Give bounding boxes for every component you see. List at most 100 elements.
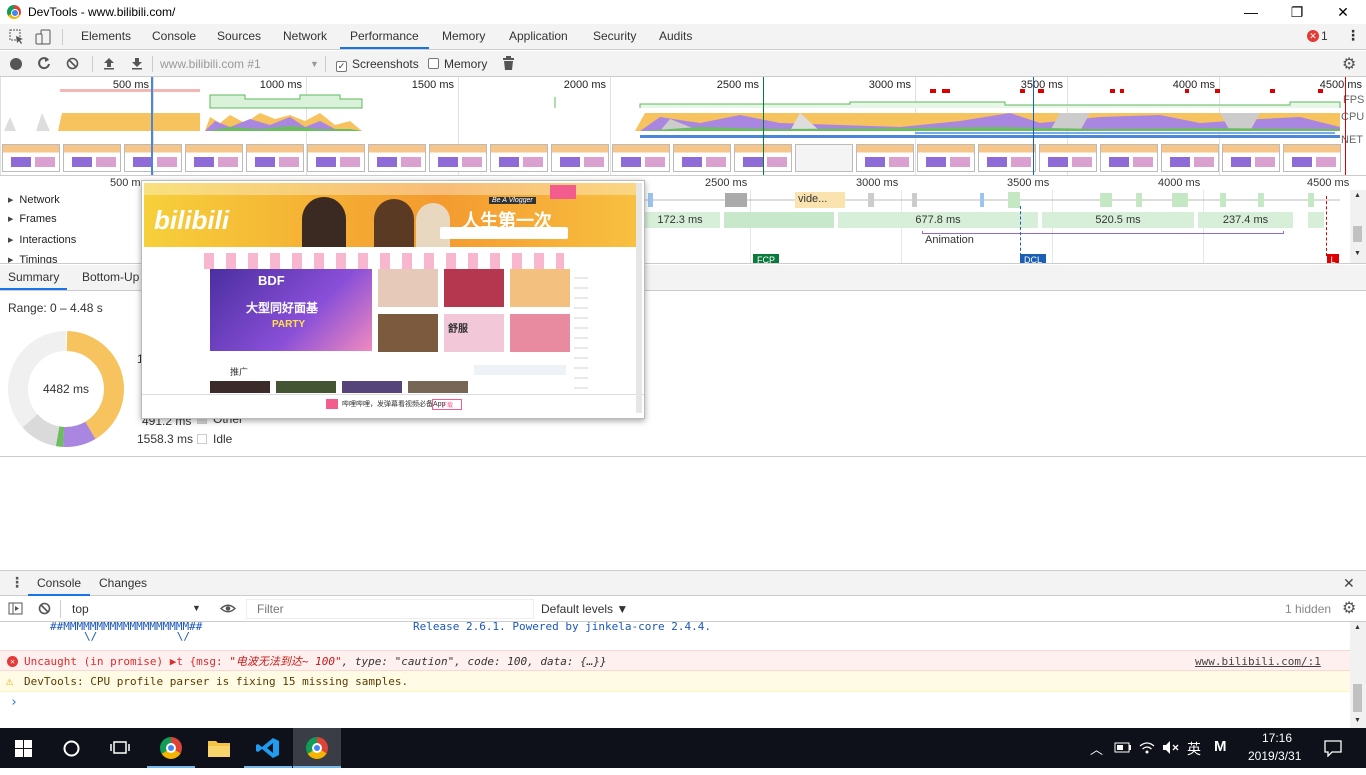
task-view-icon[interactable] — [110, 739, 130, 757]
screenshot-thumb[interactable] — [1222, 144, 1280, 172]
scroll-up-icon[interactable]: ▲ — [1354, 624, 1361, 631]
sidebar-toggle-icon[interactable] — [8, 602, 23, 615]
tracks-scrollbar[interactable]: ▲ ▼ — [1350, 190, 1366, 263]
frame-bar[interactable] — [1308, 212, 1324, 228]
tray-expand-chevron-icon[interactable]: ︿ — [1090, 739, 1103, 758]
log-levels-select[interactable]: Default levels ▼ — [541, 602, 628, 616]
frame-bar[interactable]: 172.3 ms — [640, 212, 720, 228]
screenshot-thumb[interactable] — [368, 144, 426, 172]
live-expression-eye-icon[interactable] — [220, 603, 236, 614]
frame-bar[interactable]: 677.8 ms — [838, 212, 1038, 228]
screenshot-thumb[interactable] — [63, 144, 121, 172]
recording-select-arrow-icon[interactable]: ▼ — [310, 51, 319, 77]
tab-security[interactable]: Security — [591, 24, 638, 49]
drawer-menu-icon[interactable]: ⋮ — [10, 574, 24, 591]
console-messages[interactable]: ##MMMMMMMMMMMMMMMMMMM## Release 2.6.1. P… — [0, 620, 1350, 728]
close-drawer-icon[interactable]: ✕ — [1343, 575, 1355, 592]
screenshot-thumb[interactable] — [551, 144, 609, 172]
animation-label[interactable]: Animation — [925, 234, 974, 246]
tab-network[interactable]: Network — [281, 24, 329, 49]
screenshot-thumb[interactable] — [1283, 144, 1341, 172]
tab-summary[interactable]: Summary — [0, 265, 68, 290]
record-button[interactable] — [10, 58, 22, 70]
windows-start-icon[interactable] — [15, 740, 32, 757]
console-error-line[interactable]: ✕ Uncaught (in promise) ▶t {msg: "电波无法到达… — [0, 650, 1350, 671]
garbage-collect-icon[interactable] — [502, 56, 515, 71]
track-frames[interactable]: Frames — [0, 209, 140, 229]
reload-record-icon[interactable] — [37, 56, 51, 70]
tab-performance[interactable]: Performance — [340, 24, 429, 49]
search-circle-icon[interactable] — [63, 740, 80, 757]
scroll-down-icon[interactable]: ▼ — [1354, 250, 1361, 257]
load-marker[interactable]: L — [1327, 254, 1339, 263]
tab-application[interactable]: Application — [507, 24, 570, 49]
screenshot-thumb[interactable] — [978, 144, 1036, 172]
taskbar-chrome-devtools[interactable] — [293, 728, 341, 768]
screenshot-thumb[interactable] — [673, 144, 731, 172]
console-prompt[interactable]: › — [0, 692, 1350, 713]
screenshot-thumb[interactable] — [612, 144, 670, 172]
screenshot-thumb[interactable] — [246, 144, 304, 172]
console-scrollbar[interactable]: ▲ ▼ — [1350, 622, 1366, 728]
track-interactions[interactable]: Interactions — [0, 230, 140, 250]
context-select[interactable]: top — [72, 602, 89, 616]
console-settings-gear-icon[interactable]: ⚙ — [1342, 598, 1356, 618]
track-network[interactable]: Network — [0, 190, 140, 210]
drawer-tab-changes[interactable]: Changes — [97, 571, 149, 596]
track-timings[interactable]: Timings — [0, 250, 140, 263]
screenshot-thumb[interactable] — [490, 144, 548, 172]
frame-bar[interactable] — [724, 212, 834, 228]
tab-audits[interactable]: Audits — [657, 24, 694, 49]
battery-icon[interactable] — [1114, 742, 1132, 753]
screenshot-thumb[interactable] — [2, 144, 60, 172]
timeline-overview[interactable]: 500 ms 1000 ms 1500 ms 2000 ms 2500 ms 3… — [0, 77, 1366, 176]
minimize-button[interactable]: — — [1228, 0, 1274, 24]
screenshot-thumb[interactable] — [124, 144, 182, 172]
error-icon[interactable]: ✕ — [1307, 30, 1319, 42]
clock-time[interactable]: 17:16 — [1262, 731, 1292, 745]
scroll-up-icon[interactable]: ▲ — [1354, 192, 1361, 199]
tab-bottom-up[interactable]: Bottom-Up — [80, 265, 141, 290]
dcl-marker[interactable]: DCL — [1020, 254, 1046, 263]
taskbar-file-explorer[interactable] — [195, 728, 243, 768]
inspect-element-icon[interactable] — [9, 29, 25, 45]
clock-date[interactable]: 2019/3/31 — [1248, 749, 1301, 763]
device-toolbar-icon[interactable] — [35, 29, 51, 45]
scroll-down-icon[interactable]: ▼ — [1354, 717, 1361, 724]
fcp-marker[interactable]: FCP — [753, 254, 779, 263]
frame-bar[interactable]: 237.4 ms — [1198, 212, 1293, 228]
network-offline-icon[interactable] — [1139, 740, 1155, 755]
screenshot-thumb[interactable] — [185, 144, 243, 172]
screenshot-thumb[interactable] — [307, 144, 365, 172]
memory-checkbox[interactable]: Memory — [428, 51, 487, 77]
clear-icon[interactable] — [66, 57, 79, 70]
error-count[interactable]: 1 — [1321, 29, 1328, 43]
load-profile-icon[interactable] — [102, 56, 116, 70]
error-source-link[interactable]: www.bilibili.com/:1 — [1195, 651, 1321, 672]
screenshot-thumb[interactable] — [1100, 144, 1158, 172]
clear-console-icon[interactable] — [38, 602, 51, 615]
volume-muted-icon[interactable] — [1162, 740, 1180, 755]
save-profile-icon[interactable] — [130, 56, 144, 70]
screenshot-thumb[interactable] — [795, 144, 853, 172]
more-menu-icon[interactable]: ⋮ — [1346, 27, 1360, 44]
tab-elements[interactable]: Elements — [79, 24, 133, 49]
taskbar-chrome[interactable] — [147, 728, 195, 768]
tab-console[interactable]: Console — [150, 24, 198, 49]
settings-gear-icon[interactable]: ⚙ — [1342, 54, 1356, 74]
screenshot-thumb[interactable] — [856, 144, 914, 172]
tab-sources[interactable]: Sources — [215, 24, 263, 49]
screenshot-thumb[interactable] — [1039, 144, 1097, 172]
screenshot-thumb[interactable] — [1161, 144, 1219, 172]
context-dropdown-arrow-icon[interactable]: ▼ — [192, 603, 201, 613]
frame-bar[interactable]: 520.5 ms — [1042, 212, 1194, 228]
screenshot-thumb[interactable] — [917, 144, 975, 172]
recording-select[interactable]: www.bilibili.com #1 — [160, 51, 261, 77]
ime-language-indicator[interactable]: 英 — [1187, 739, 1201, 759]
ime-mode-indicator[interactable]: M — [1214, 738, 1227, 755]
drawer-tab-console[interactable]: Console — [28, 571, 91, 596]
restore-button[interactable]: ❐ — [1274, 0, 1320, 24]
screenshot-thumb[interactable] — [429, 144, 487, 172]
close-window-button[interactable]: ✕ — [1320, 0, 1366, 24]
action-center-icon[interactable] — [1324, 740, 1342, 757]
